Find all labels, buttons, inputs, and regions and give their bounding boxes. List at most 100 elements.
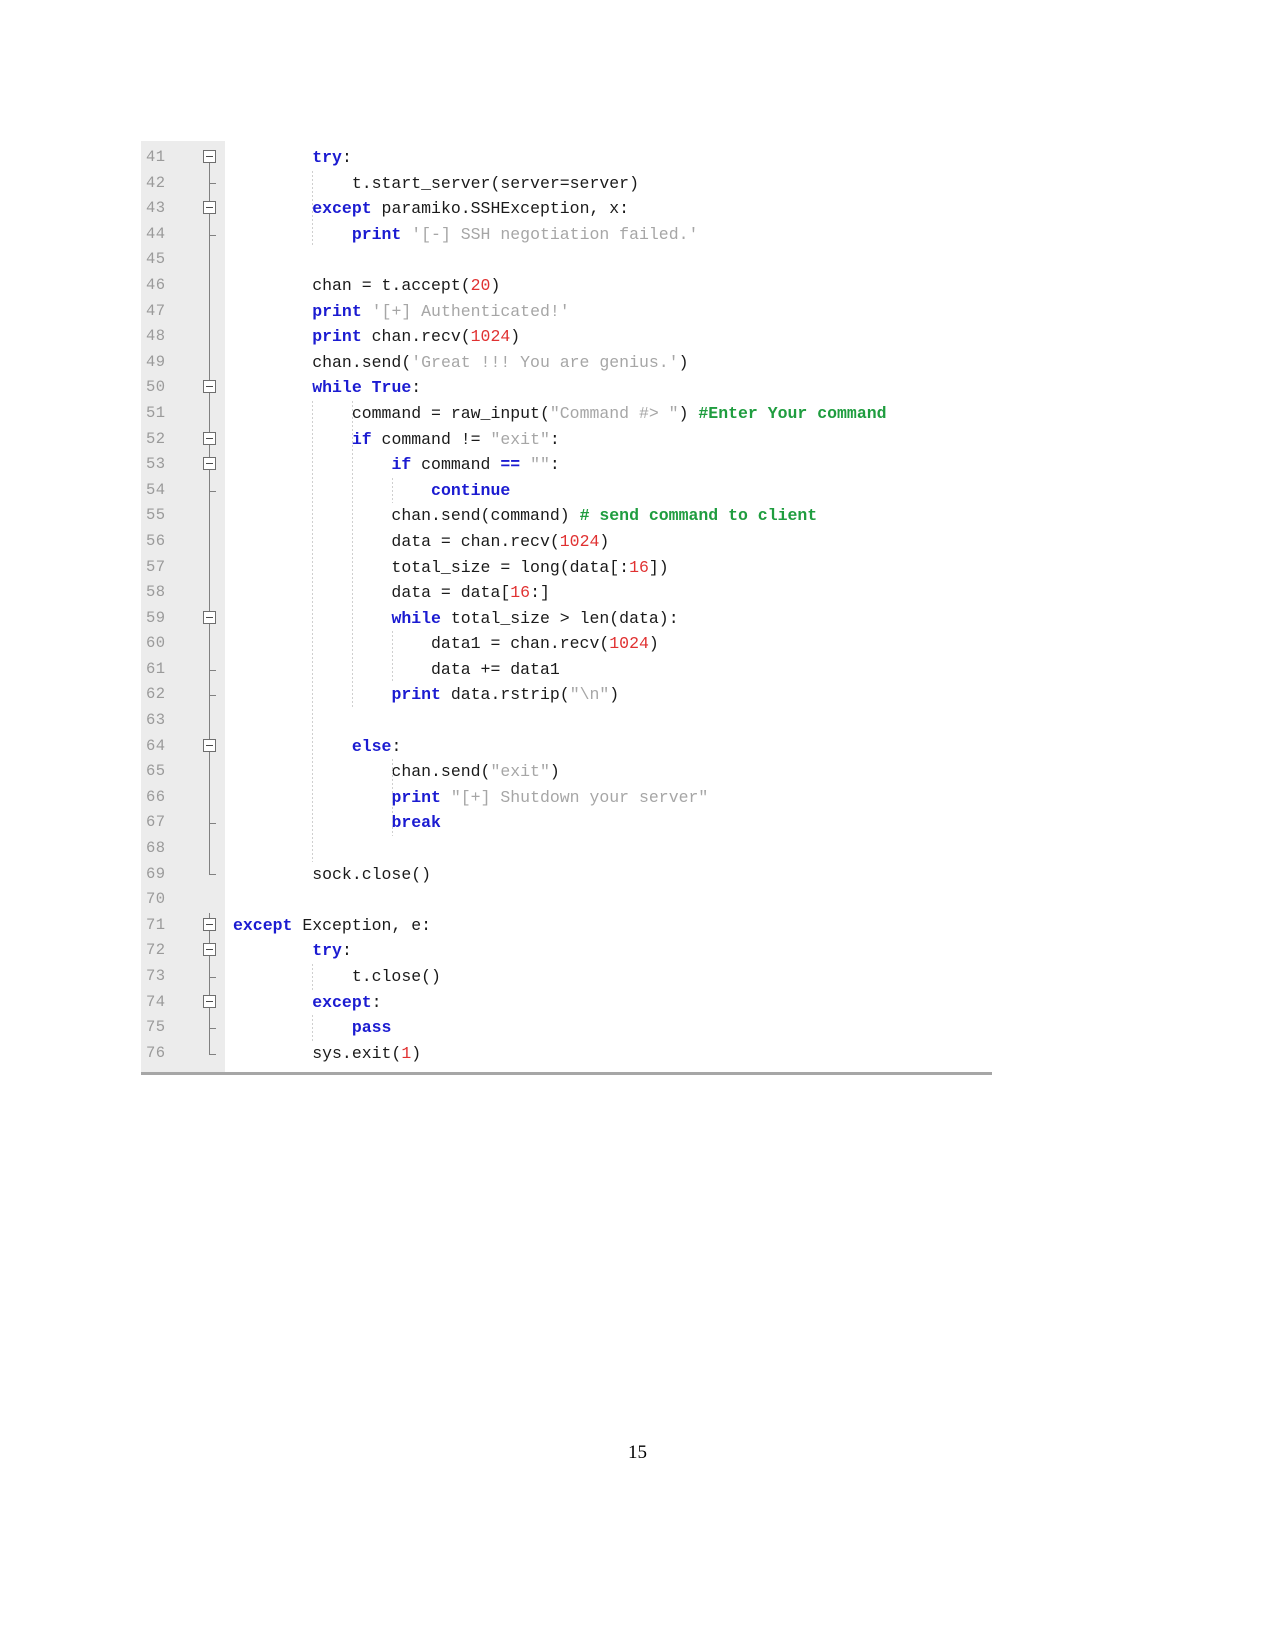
fold-marker-row[interactable] — [195, 1040, 225, 1067]
code-token: print — [312, 327, 362, 347]
code-line[interactable]: if command != "exit": — [233, 427, 992, 453]
fold-marker-row[interactable] — [195, 477, 225, 504]
code-line[interactable]: while total_size > len(data): — [233, 606, 992, 632]
fold-marker-row[interactable] — [195, 400, 225, 427]
code-line[interactable]: command = raw_input("Command #> ") #Ente… — [233, 401, 992, 427]
fold-marker-row[interactable] — [195, 887, 225, 913]
code-line[interactable]: data += data1 — [233, 657, 992, 683]
code-token: ) — [609, 685, 620, 705]
code-line[interactable]: chan.send('Great !!! You are genius.') — [233, 350, 992, 376]
fold-marker-row[interactable] — [195, 170, 225, 197]
code-line[interactable]: chan.send(command) # send command to cli… — [233, 503, 992, 529]
fold-marker-row[interactable] — [195, 221, 225, 248]
code-line[interactable]: print "[+] Shutdown your server" — [233, 785, 992, 811]
fold-marker-row[interactable] — [195, 810, 225, 837]
code-line[interactable] — [233, 887, 992, 913]
fold-marker-row[interactable] — [195, 861, 225, 888]
fold-collapse-icon[interactable] — [203, 431, 216, 445]
fold-marker-row[interactable] — [195, 426, 225, 453]
code-token: "\n" — [569, 685, 610, 705]
fold-marker-row[interactable] — [195, 733, 225, 760]
code-line[interactable] — [233, 708, 992, 734]
fold-marker-row[interactable] — [195, 656, 225, 683]
fold-marker-row[interactable] — [195, 836, 225, 862]
fold-marker-row[interactable] — [195, 708, 225, 734]
code-token: chan.send(command) — [233, 506, 580, 526]
code-line[interactable]: t.start_server(server=server) — [233, 171, 992, 197]
fold-marker-row[interactable] — [195, 605, 225, 632]
code-line[interactable]: try: — [233, 145, 992, 171]
code-line[interactable]: print '[-] SSH negotiation failed.' — [233, 222, 992, 248]
code-line[interactable]: sock.close() — [233, 862, 992, 888]
code-token: data1 = chan.recv( — [233, 634, 610, 654]
fold-marker-row[interactable] — [195, 528, 225, 555]
fold-marker-row[interactable] — [195, 247, 225, 273]
code-line[interactable] — [233, 836, 992, 862]
code-line[interactable]: if command == "": — [233, 452, 992, 478]
code-line[interactable]: sys.exit(1) — [233, 1041, 992, 1067]
fold-marker-row[interactable] — [195, 554, 225, 581]
code-line[interactable]: print '[+] Authenticated!' — [233, 299, 992, 325]
fold-collapse-icon[interactable] — [203, 917, 216, 931]
fold-marker-row[interactable] — [195, 324, 225, 350]
fold-branch-icon — [209, 695, 216, 697]
code-line[interactable]: break — [233, 810, 992, 836]
fold-collapse-icon[interactable] — [203, 380, 216, 394]
code-line[interactable]: total_size = long(data[:16]) — [233, 555, 992, 581]
code-line[interactable]: pass — [233, 1015, 992, 1041]
code-line[interactable]: data = chan.recv(1024) — [233, 529, 992, 555]
code-line[interactable]: t.close() — [233, 964, 992, 990]
code-line[interactable]: chan = t.accept(20) — [233, 273, 992, 299]
code-line[interactable]: continue — [233, 478, 992, 504]
code-text-area[interactable]: try: t.start_server(server=server) excep… — [225, 141, 992, 1073]
fold-marker-row[interactable] — [195, 349, 225, 376]
fold-marker-row[interactable] — [195, 452, 225, 478]
fold-marker-row[interactable] — [195, 938, 225, 964]
code-line[interactable]: chan.send("exit") — [233, 759, 992, 785]
fold-marker-row[interactable] — [195, 682, 225, 709]
fold-marker-row[interactable] — [195, 196, 225, 222]
code-folding-margin[interactable] — [195, 141, 225, 1073]
fold-collapse-icon[interactable] — [203, 457, 216, 471]
code-line[interactable]: else: — [233, 734, 992, 760]
code-token: '[-] SSH negotiation failed.' — [411, 224, 699, 244]
fold-marker-row[interactable] — [195, 580, 225, 606]
code-token: data.rstrip( — [440, 685, 570, 705]
code-token: : — [391, 736, 402, 756]
code-line[interactable]: print chan.recv(1024) — [233, 324, 992, 350]
fold-marker-row[interactable] — [195, 1015, 225, 1041]
fold-marker-row[interactable] — [195, 784, 225, 811]
fold-collapse-icon[interactable] — [203, 610, 216, 624]
fold-collapse-icon[interactable] — [203, 943, 216, 957]
code-line[interactable]: try: — [233, 938, 992, 964]
fold-marker-row[interactable] — [195, 375, 225, 401]
fold-marker-row[interactable] — [195, 631, 225, 657]
fold-marker-row[interactable] — [195, 964, 225, 990]
code-line[interactable] — [233, 247, 992, 273]
fold-marker-row[interactable] — [195, 759, 225, 785]
line-number: 42 — [146, 173, 166, 192]
fold-collapse-icon[interactable] — [203, 738, 216, 752]
code-line[interactable]: data1 = chan.recv(1024) — [233, 631, 992, 657]
code-token: sys.exit( — [233, 1043, 402, 1063]
code-line[interactable]: data = data[16:] — [233, 580, 992, 606]
fold-collapse-icon[interactable] — [203, 150, 216, 163]
fold-marker-row[interactable] — [195, 272, 225, 299]
fold-collapse-icon[interactable] — [203, 201, 216, 215]
code-line[interactable]: except Exception, e: — [233, 913, 992, 939]
fold-marker-row[interactable] — [195, 145, 225, 171]
code-line[interactable]: while True: — [233, 375, 992, 401]
fold-marker-row[interactable] — [195, 912, 225, 939]
code-line[interactable]: except: — [233, 990, 992, 1016]
code-line[interactable]: print data.rstrip("\n") — [233, 682, 992, 708]
code-line[interactable]: except paramiko.SSHException, x: — [233, 196, 992, 222]
line-number: 66 — [146, 787, 166, 806]
fold-collapse-icon[interactable] — [203, 994, 216, 1008]
fold-marker-row[interactable] — [195, 298, 225, 325]
code-token: "exit" — [490, 429, 550, 449]
fold-marker-row[interactable] — [195, 503, 225, 529]
code-token: 'Great !!! You are genius.' — [411, 352, 679, 372]
fold-marker-row[interactable] — [195, 989, 225, 1016]
